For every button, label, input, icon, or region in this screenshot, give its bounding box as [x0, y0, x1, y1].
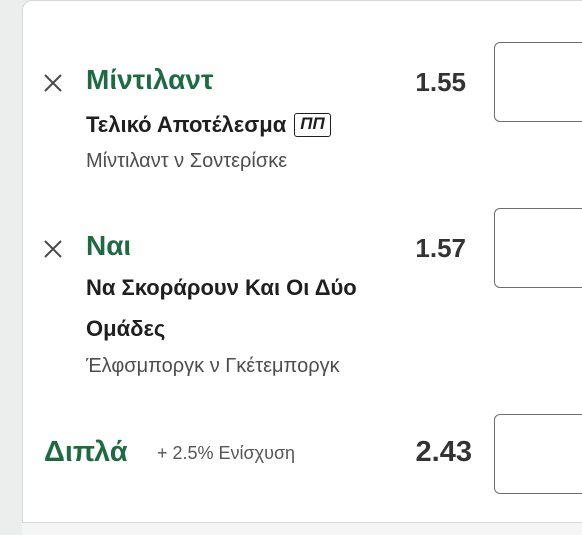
selection-2-event: Έλφσμποργκ ν Γκέτεμποργκ: [86, 355, 340, 377]
selection-1-market-label: Τελικό Αποτέλεσμα: [86, 112, 287, 137]
pp-badge: ΠΠ: [294, 113, 331, 137]
remove-selection-1-close-icon[interactable]: [42, 72, 64, 94]
selection-1-name: Μίντιλαντ: [86, 64, 214, 95]
selection-2-market-line-2: Ομάδες: [86, 316, 166, 341]
selection-2-stake-input[interactable]: [494, 208, 582, 288]
selection-1-odds: 1.55: [415, 67, 466, 97]
double-stake-input[interactable]: [494, 414, 582, 494]
selection-1-stake-input[interactable]: [494, 42, 582, 122]
betslip-footer-strip: [22, 522, 582, 535]
boost-label: + 2.5% Ενίσχυση: [157, 443, 296, 463]
selection-1-event: Μίντιλαντ ν Σοντερίσκε: [86, 150, 288, 172]
selection-2-market-line-1: Να Σκοράρουν Και Οι Δύο: [86, 275, 357, 300]
double-bet-label: Διπλά: [44, 436, 128, 468]
selection-1-market: Τελικό Αποτέλεσμα ΠΠ: [86, 104, 331, 146]
selection-2-name: Ναι: [86, 230, 132, 261]
selection-2-odds: 1.57: [415, 233, 466, 263]
double-bet-odds: 2.43: [415, 436, 472, 468]
remove-selection-2-close-icon[interactable]: [42, 238, 64, 260]
